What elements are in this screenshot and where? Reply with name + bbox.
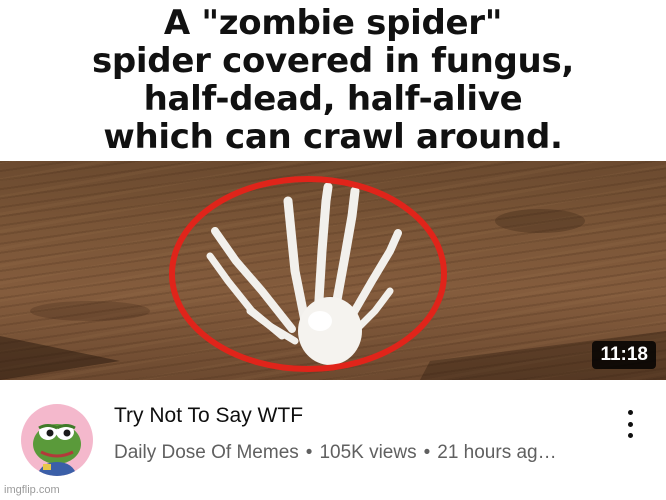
zombie-spider-image	[0, 176, 666, 380]
caption-line-2: spider covered in fungus,	[91, 41, 575, 81]
caption-line-1: A "zombie spider"	[163, 3, 503, 43]
imgflip-watermark: imgflip.com	[4, 484, 60, 496]
video-duration-badge: 11:18	[592, 341, 656, 369]
more-vert-icon[interactable]	[618, 406, 642, 442]
video-metadata: Try Not To Say WTF Daily Dose Of Memes • 1…	[0, 380, 666, 500]
video-thumbnail[interactable]: A "zombie spider" spider covered in fung…	[0, 0, 666, 380]
pepe-frog-avatar-icon	[33, 424, 81, 476]
upload-age: 21 hours ag…	[437, 442, 557, 463]
menu-dot	[627, 421, 633, 427]
menu-dot	[627, 410, 633, 415]
channel-name[interactable]: Daily Dose Of Memes	[114, 442, 299, 463]
video-byline: Daily Dose Of Memes • 105K views • 21 hours …	[114, 442, 594, 464]
caption-line-3: half-dead, half-alive	[143, 79, 523, 119]
thumbnail-caption: A "zombie spider" spider covered in fung…	[0, 4, 666, 160]
separator-dot: •	[305, 442, 313, 463]
caption-line-4: which can crawl around.	[103, 117, 563, 157]
separator-dot: •	[423, 442, 431, 463]
channel-avatar[interactable]	[21, 404, 93, 476]
view-count: 105K views	[319, 442, 417, 463]
spider-photo	[0, 161, 666, 380]
menu-dot	[627, 433, 633, 438]
video-title[interactable]: Try Not To Say WTF	[114, 404, 303, 428]
